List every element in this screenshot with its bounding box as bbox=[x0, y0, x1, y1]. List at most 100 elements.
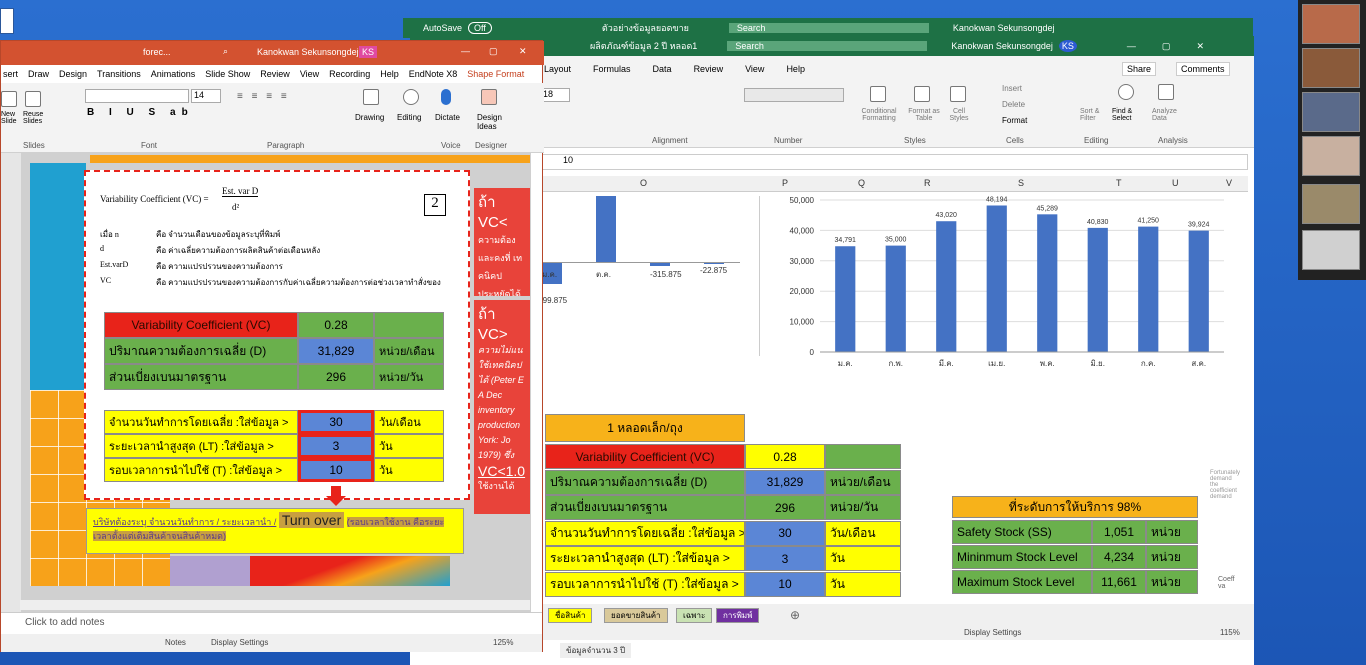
editing-label[interactable]: Editing bbox=[397, 113, 421, 122]
service-header[interactable]: ที่ระดับการให้บริการ 98% bbox=[952, 496, 1198, 518]
ppt-row-label[interactable]: ปริมาณความต้องการเฉลี่ย (D) bbox=[104, 338, 298, 364]
service-row-unit[interactable]: หน่วย bbox=[1146, 570, 1198, 594]
ppt-menu-slideshow[interactable]: Slide Show bbox=[205, 69, 250, 79]
ppt-row-value[interactable]: 296 bbox=[298, 364, 374, 390]
cell-styles-icon[interactable] bbox=[950, 86, 966, 102]
ppt-close-icon[interactable]: ✕ bbox=[519, 46, 527, 57]
number-format-box[interactable] bbox=[744, 88, 844, 102]
excel-row-label[interactable]: จำนวนวันทำการโดยเฉลี่ย :ใส่ข้อมูล > bbox=[545, 520, 745, 546]
find-select-button[interactable]: Find & Select bbox=[1112, 108, 1144, 122]
share-button[interactable]: Share bbox=[1122, 62, 1157, 76]
font-format-icons[interactable]: B I U S ab bbox=[87, 107, 194, 118]
excel-row-value[interactable]: 31,829 bbox=[745, 469, 825, 495]
notes-pane[interactable]: Click to add notes bbox=[1, 612, 542, 632]
autosave-toggle[interactable]: Off bbox=[468, 22, 492, 34]
ppt-menu-shape-format[interactable]: Shape Format bbox=[467, 69, 524, 79]
menu-layout[interactable]: Layout bbox=[544, 64, 571, 74]
ppt-user-avatar[interactable]: KS bbox=[359, 46, 378, 58]
ppt-row-value[interactable]: 31,829 bbox=[298, 338, 374, 364]
slide-scrollbar[interactable] bbox=[20, 600, 530, 610]
excel-row-value[interactable]: 0.28 bbox=[745, 444, 825, 469]
col-header-q[interactable]: Q bbox=[858, 178, 865, 188]
ppt-maximize-icon[interactable]: ▢ bbox=[489, 46, 498, 57]
col-header-r[interactable]: R bbox=[924, 178, 931, 188]
sheet-tab-sales[interactable]: ยอดขายสินค้า bbox=[604, 608, 668, 623]
sheet-tab-product[interactable]: ชื่อสินค้า bbox=[548, 608, 593, 623]
reuse-slides-label[interactable]: Reuse Slides bbox=[23, 111, 49, 125]
service-row-value[interactable]: 1,051 bbox=[1092, 520, 1146, 544]
ppt-input-label[interactable]: ระยะเวลานำสูงสุด (LT) :ใส่ข้อมูล > bbox=[104, 434, 298, 458]
excel-row-value[interactable]: 3 bbox=[745, 546, 825, 571]
ppt-menu-animations[interactable]: Animations bbox=[151, 69, 196, 79]
service-row-value[interactable]: 11,661 bbox=[1092, 570, 1146, 594]
ppt-font-size-box[interactable]: 14 bbox=[191, 89, 221, 103]
excel-row-value[interactable]: 30 bbox=[745, 520, 825, 546]
col-header-u[interactable]: U bbox=[1172, 178, 1179, 188]
excel-row-value[interactable]: 10 bbox=[745, 571, 825, 597]
service-row-label[interactable]: Mininmum Stock Level bbox=[952, 545, 1092, 569]
excel-zoom[interactable]: 115% bbox=[1220, 628, 1240, 637]
excel-display-settings[interactable]: Display Settings bbox=[964, 628, 1021, 637]
menu-formulas[interactable]: Formulas bbox=[593, 64, 631, 74]
close-icon[interactable]: ✕ bbox=[1196, 41, 1204, 52]
menu-help[interactable]: Help bbox=[786, 64, 805, 74]
excel-user-avatar[interactable]: KS bbox=[1058, 40, 1077, 52]
excel-search-box[interactable]: Search bbox=[727, 41, 928, 51]
excel-table-header[interactable]: 1 หลอดเล็ก/ถุง bbox=[545, 414, 745, 442]
service-row-unit[interactable]: หน่วย bbox=[1146, 520, 1198, 544]
analyze-data-icon[interactable] bbox=[1158, 84, 1174, 100]
ppt-row-label[interactable]: ส่วนเบี่ยงเบนมาตรฐาน bbox=[104, 364, 298, 390]
excel-row-label[interactable]: ปริมาณความต้องการเฉลี่ย (D) bbox=[545, 469, 745, 495]
format-button[interactable]: Format bbox=[1002, 116, 1027, 125]
ppt-input-label[interactable]: จำนวนวันทำการโดยเฉลี่ย :ใส่ข้อมูล > bbox=[104, 410, 298, 434]
excel-row-unit[interactable]: หน่วย/เดือน bbox=[825, 469, 901, 495]
excel-row-label[interactable]: Variability Coefficient (VC) bbox=[545, 444, 745, 469]
col-header-o[interactable]: O bbox=[640, 178, 647, 188]
ppt-input-value[interactable]: 10 bbox=[298, 458, 374, 482]
col-header-s[interactable]: S bbox=[1018, 178, 1024, 188]
drawing-icon[interactable] bbox=[363, 89, 379, 105]
drawing-label[interactable]: Drawing bbox=[355, 113, 384, 122]
demand-chart[interactable]: 50,000 40,000 30,000 20,000 10,000 0 34,791 ม.ค… bbox=[762, 196, 1238, 382]
sheet-tab-specific[interactable]: เฉพาะ bbox=[676, 608, 713, 623]
design-ideas-label[interactable]: Design Ideas bbox=[477, 113, 507, 131]
menu-review[interactable]: Review bbox=[694, 64, 724, 74]
word-icon[interactable] bbox=[0, 8, 14, 34]
ppt-menu-view[interactable]: View bbox=[300, 69, 319, 79]
conditional-formatting-icon[interactable] bbox=[870, 86, 886, 102]
ppt-row-unit[interactable]: หน่วย/เดือน bbox=[374, 338, 444, 364]
ppt-menu-transitions[interactable]: Transitions bbox=[97, 69, 141, 79]
slide-note-box[interactable]: บริษัทต้องระบุ จำนวนวันทำการ / ระยะเวลาน… bbox=[86, 508, 464, 554]
ppt-menu-help[interactable]: Help bbox=[380, 69, 399, 79]
excel-row-label[interactable]: รอบเวลาการนำไปใช้ (T) :ใส่ข้อมูล > bbox=[545, 571, 745, 597]
ppt-search-icon[interactable]: ⌕ bbox=[223, 46, 228, 57]
excel-row-unit[interactable]: วัน bbox=[825, 546, 901, 571]
microphone-icon[interactable] bbox=[441, 89, 451, 105]
excel-row-unit[interactable] bbox=[825, 444, 901, 469]
sort-filter-button[interactable]: Sort & Filter bbox=[1080, 108, 1110, 122]
new-slide-label[interactable]: New Slide bbox=[1, 111, 21, 125]
font-name-box[interactable] bbox=[85, 89, 189, 103]
excel-back-window[interactable]: AutoSave Off ตัวอย่างข้อมูลยอดขาย Search… bbox=[403, 18, 1253, 38]
col-header-p[interactable]: P bbox=[782, 178, 788, 188]
ppt-row-value[interactable]: 0.28 bbox=[298, 312, 374, 338]
comments-button[interactable]: Comments bbox=[1176, 62, 1230, 76]
search-box-back[interactable]: Search bbox=[728, 23, 929, 33]
excel-row-label[interactable]: ส่วนเบี่ยงเบนมาตรฐาน bbox=[545, 495, 745, 520]
dictate-label[interactable]: Dictate bbox=[435, 113, 460, 122]
excel-row-value[interactable]: 296 bbox=[745, 495, 825, 520]
maximize-icon[interactable]: ▢ bbox=[1162, 41, 1171, 52]
ppt-notes-button[interactable]: Notes bbox=[165, 638, 186, 647]
ppt-menu-design[interactable]: Design bbox=[59, 69, 87, 79]
ppt-input-unit[interactable]: วัน bbox=[374, 434, 444, 458]
new-slide-icon[interactable] bbox=[1, 91, 17, 107]
editing-icon[interactable] bbox=[403, 89, 419, 105]
ppt-input-unit[interactable]: วัน bbox=[374, 458, 444, 482]
ppt-menu-draw[interactable]: Draw bbox=[28, 69, 49, 79]
col-header-t[interactable]: T bbox=[1116, 178, 1122, 188]
delete-button[interactable]: Delete bbox=[1002, 100, 1025, 109]
service-row-label[interactable]: Safety Stock (SS) bbox=[952, 520, 1092, 544]
ppt-minimize-icon[interactable]: — bbox=[461, 46, 470, 56]
find-icon[interactable] bbox=[1118, 84, 1134, 100]
ppt-row-unit[interactable]: หน่วย/วัน bbox=[374, 364, 444, 390]
